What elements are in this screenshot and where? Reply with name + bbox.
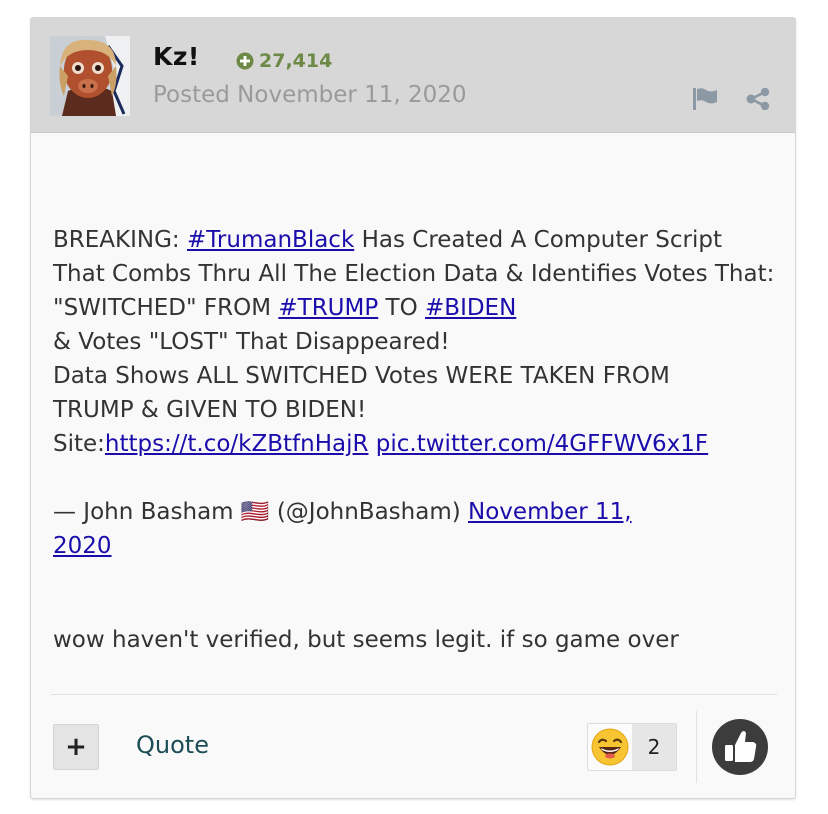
embedded-tweet: BREAKING: #TrumanBlack Has Created A Com… [53, 223, 783, 563]
hashtag-link[interactable]: #TrumanBlack [187, 227, 354, 253]
avatar[interactable] [50, 36, 130, 116]
tweet-line: "SWITCHED" FROM #TRUMP TO #BIDEN [53, 291, 783, 325]
tweet-line: & Votes "LOST" That Disappeared! [53, 329, 450, 355]
divider [51, 694, 777, 695]
tweet-line: Data Shows ALL SWITCHED Votes WERE TAKEN… [53, 363, 670, 389]
thumbs-up-icon[interactable] [711, 718, 769, 776]
pic-link[interactable]: pic.twitter.com/4GFFWV6x1F [376, 431, 708, 457]
post-header: Kz! 27,414 Posted November 11, 2020 [31, 18, 795, 133]
site-link[interactable]: https://t.co/kZBtfnHajR [105, 431, 369, 457]
tweet-line: Site:https://t.co/kZBtfnHajR pic.twitter… [53, 427, 783, 461]
tweet-line: BREAKING: #TrumanBlack Has Created A Com… [53, 223, 783, 257]
laughing-emoji-icon [588, 724, 632, 770]
reputation-count: 27,414 [259, 50, 333, 72]
multiquote-button[interactable]: + [53, 724, 99, 770]
reputation-badge: 27,414 [236, 50, 332, 72]
tweet-attribution: 2020 [53, 529, 783, 563]
author-name[interactable]: Kz! [153, 42, 200, 71]
tweet-text: BREAKING: [53, 227, 187, 253]
tweet-date-link[interactable]: 2020 [53, 533, 112, 559]
plus-circle-icon [236, 52, 254, 70]
tweet-text: TO [378, 295, 426, 321]
quote-button[interactable]: Quote [136, 731, 209, 759]
hashtag-link[interactable]: #TRUMP [278, 295, 378, 321]
divider [696, 711, 697, 783]
flag-icon[interactable] [692, 88, 718, 110]
tweet-text: Has Created A Computer Script [354, 227, 722, 253]
tweet-text: "SWITCHED" FROM [53, 295, 279, 321]
tweet-attribution: — John Basham 🇺🇸 (@JohnBasham) November … [53, 495, 783, 529]
reaction-summary[interactable]: 2 [587, 723, 677, 771]
reaction-count: 2 [632, 724, 676, 770]
tweet-line: That Combs Thru All The Election Data & … [53, 261, 775, 287]
tweet-line: TRUMP & GIVEN TO BIDEN! [53, 397, 367, 423]
hashtag-link[interactable]: #BIDEN [425, 295, 516, 321]
tweet-date-link[interactable]: November 11, [468, 499, 632, 525]
post-date: Posted November 11, 2020 [153, 82, 467, 108]
post-card: Kz! 27,414 Posted November 11, 2020 BREA… [30, 17, 796, 799]
tweet-text: Site: [53, 431, 105, 457]
post-comment: wow haven't verified, but seems legit. i… [53, 627, 679, 653]
attribution-text: — John Basham 🇺🇸 (@JohnBasham) [53, 499, 469, 525]
share-icon[interactable] [746, 88, 770, 110]
